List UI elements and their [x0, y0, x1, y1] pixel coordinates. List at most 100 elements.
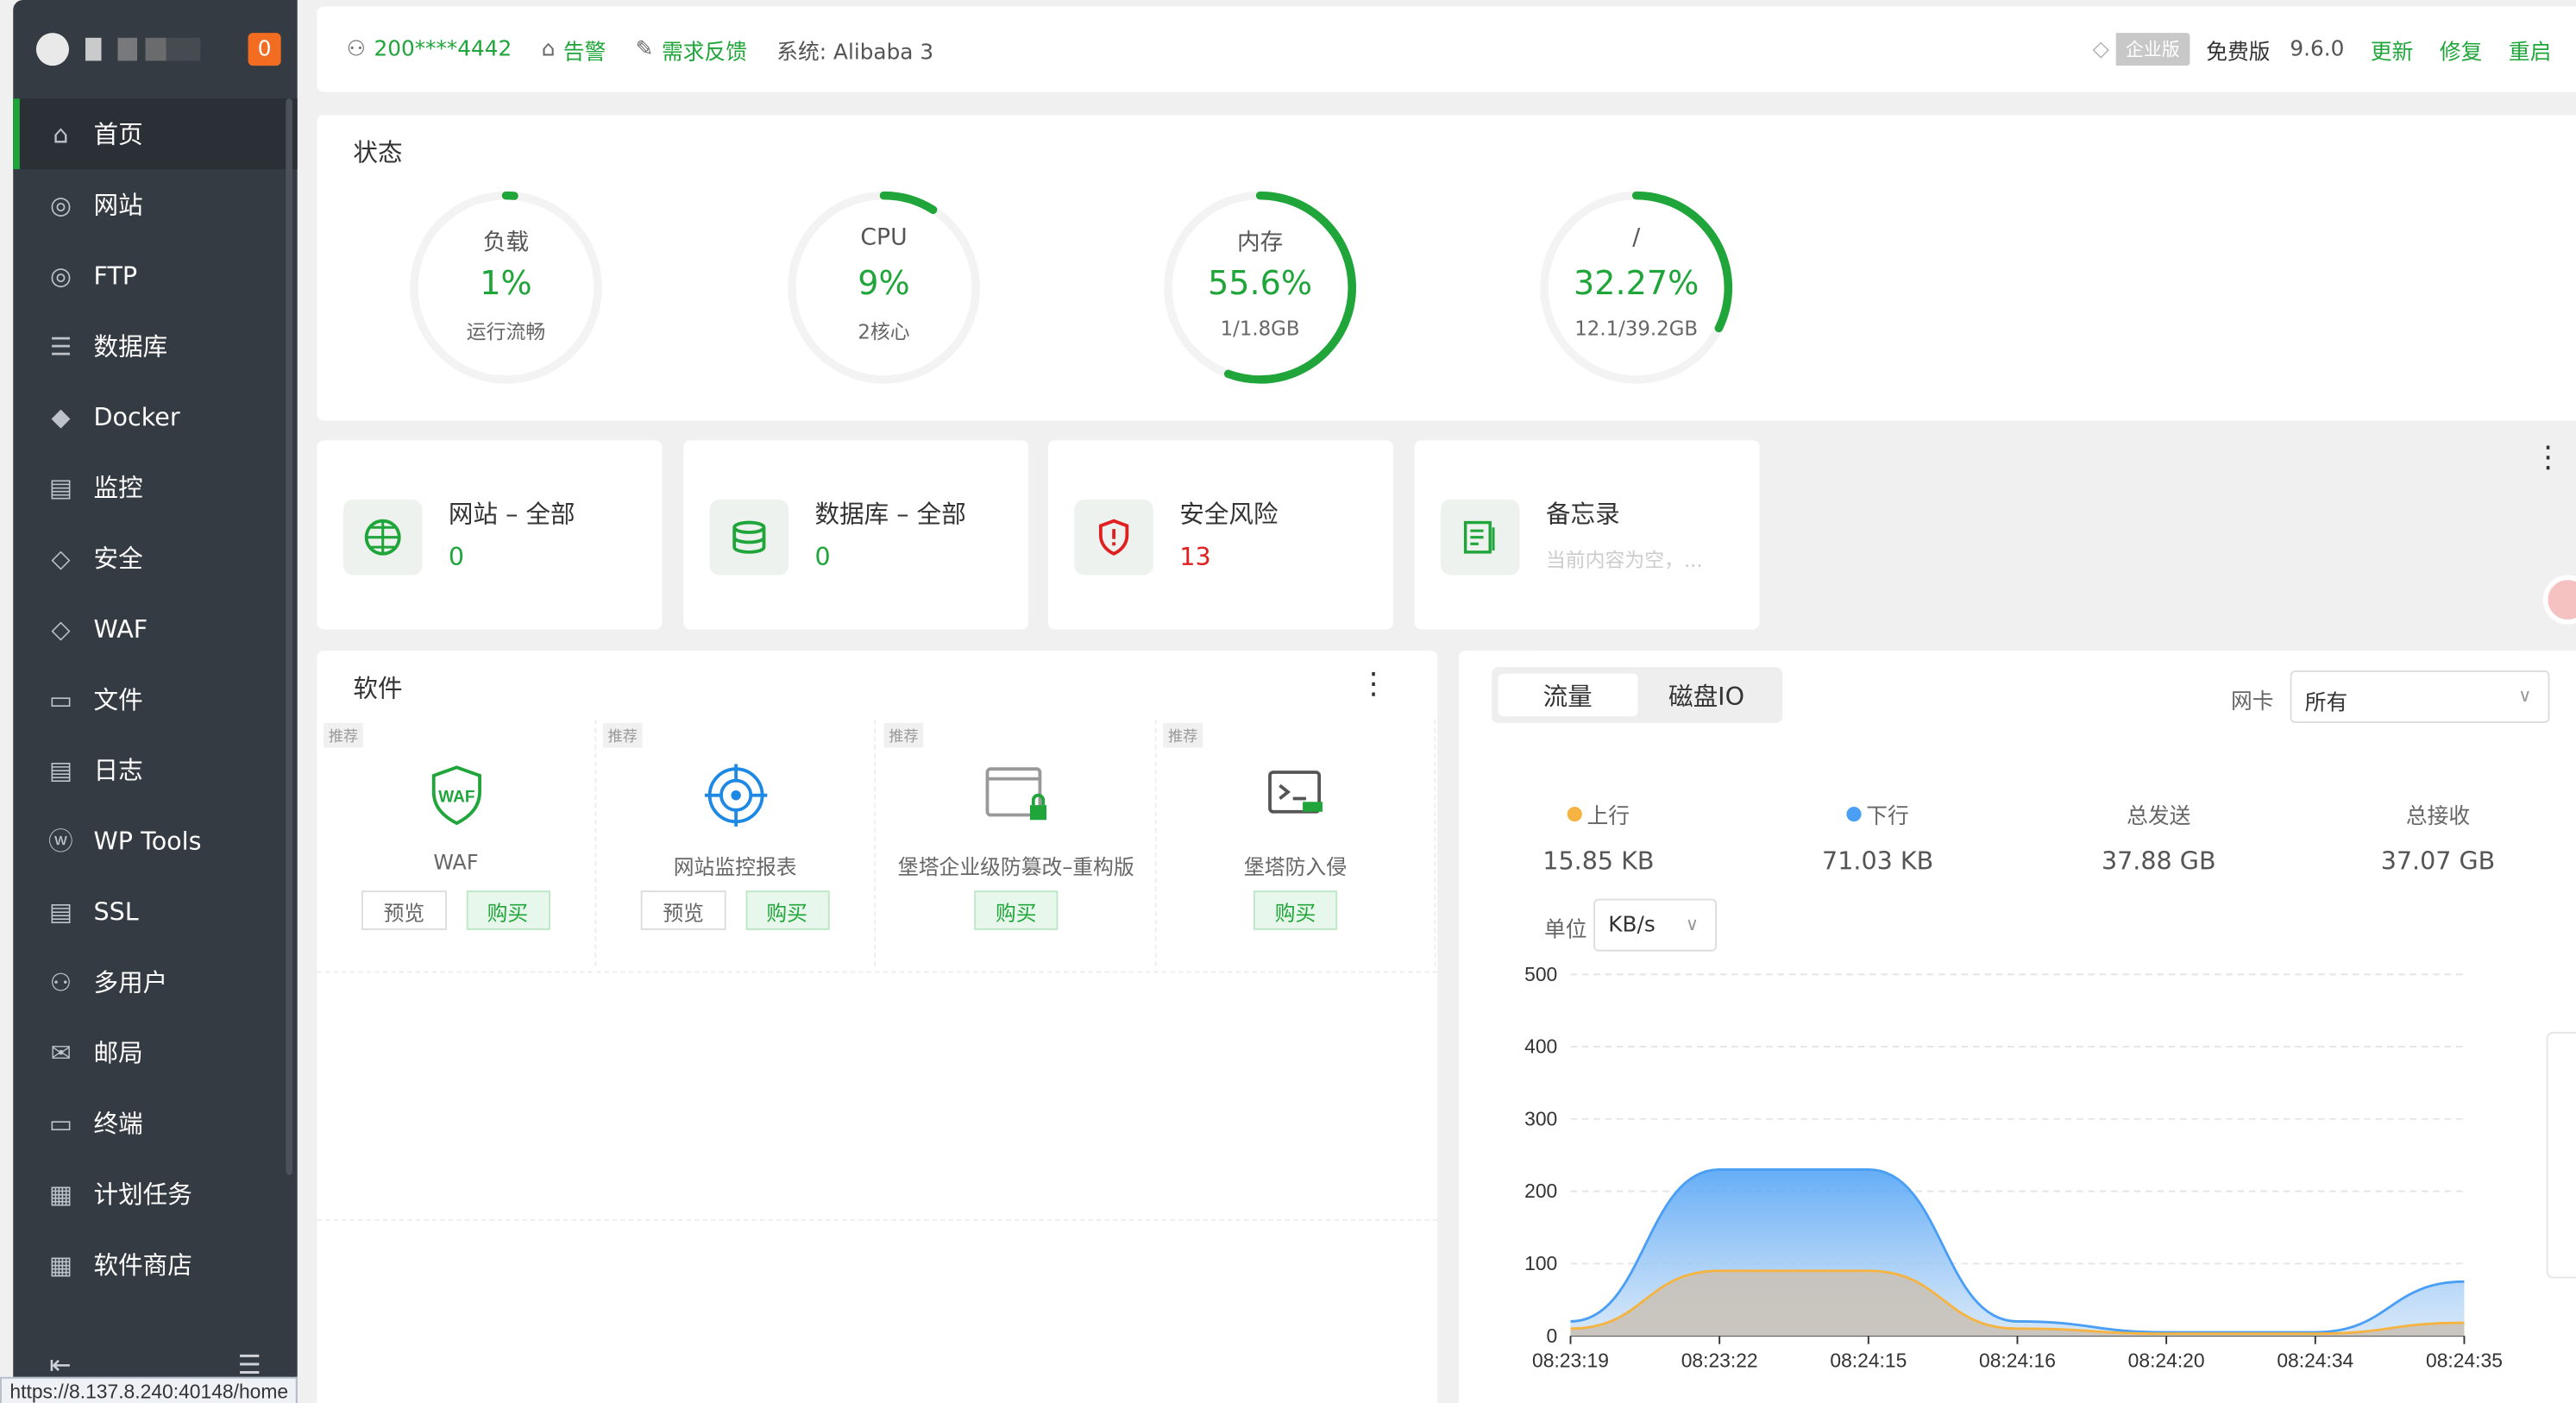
buy-button[interactable]: 购买 — [1253, 890, 1338, 930]
folder-icon: ▭ — [48, 684, 72, 714]
sidebar-item-8[interactable]: ▭ 文件 — [13, 664, 297, 734]
card-value[interactable]: 13 — [1179, 542, 1210, 571]
traffic-tabs: 流量 磁盘IO — [1492, 667, 1783, 723]
sidebar-item-1[interactable]: ◎ 网站 — [13, 169, 297, 240]
gauge-value: 9% — [858, 262, 910, 303]
legend-dot — [1846, 807, 1862, 822]
sidebar-item-9[interactable]: ▤ 日志 — [13, 734, 297, 805]
waf-shield-icon[interactable]: WAF — [423, 763, 488, 828]
chat-bubble[interactable] — [2542, 575, 2576, 625]
buy-button[interactable]: 购买 — [745, 890, 829, 930]
buy-button[interactable]: 购买 — [974, 890, 1059, 930]
version-label: 9.6.0 — [2290, 36, 2345, 62]
traffic-stat-0: 上行 15.85 KB — [1459, 798, 1738, 876]
sidebar-item-10[interactable]: ⓦ WP Tools — [13, 805, 297, 876]
website-card[interactable]: 网站 – 全部 0 — [317, 440, 663, 630]
sidebar-item-7[interactable]: ◇ WAF — [13, 593, 297, 664]
software-name[interactable]: WAF — [317, 850, 595, 875]
system-info: 系统: Alibaba 3 — [776, 40, 934, 66]
gauge-2[interactable]: 内存 55.6% 1/1.8GB — [1161, 189, 1359, 387]
sidebar-item-label: WP Tools — [93, 825, 202, 856]
sidebar-item-12[interactable]: ⚇ 多用户 — [13, 947, 297, 1017]
card-title: 安全风险 — [1179, 499, 1279, 530]
restart-button[interactable]: 重启 — [2509, 34, 2552, 66]
feedback-button[interactable]: ✎ 需求反馈 — [636, 34, 747, 65]
tab-traffic[interactable]: 流量 — [1498, 673, 1637, 717]
software-tamper-proof: 推荐 堡塔企业级防篡改–重构版 购买 — [877, 720, 1157, 966]
terminal-icon[interactable] — [1262, 763, 1328, 828]
nic-select[interactable]: 所有 ∨ — [2290, 670, 2550, 723]
gauge-label: CPU — [860, 224, 908, 252]
sidebar-item-4[interactable]: ◆ Docker — [13, 381, 297, 452]
unit-select[interactable]: KB/s ∨ — [1593, 898, 1717, 952]
preview-button[interactable]: 预览 — [361, 890, 447, 930]
sidebar-header: 0 — [13, 0, 297, 98]
notification-badge[interactable]: 0 — [248, 33, 281, 66]
software-more-icon[interactable]: ⋮ — [1359, 670, 1388, 700]
gauge-0[interactable]: 负载 1% 运行流畅 — [407, 189, 605, 387]
stat-label-row: 总发送 — [2019, 798, 2298, 830]
repair-button[interactable]: 修复 — [2440, 34, 2483, 66]
stat-label-row: 下行 — [1738, 798, 2018, 830]
sidebar-item-14[interactable]: ▭ 终端 — [13, 1088, 297, 1159]
sidebar-item-label: 文件 — [93, 685, 143, 715]
collapse-sidebar-icon[interactable]: ⇤ — [49, 1349, 72, 1380]
menu-list-icon[interactable]: ☰ — [237, 1349, 261, 1380]
terminal-icon: ▭ — [48, 1108, 72, 1138]
card-title: 网站 – 全部 — [448, 499, 575, 530]
sidebar-scrollbar[interactable] — [286, 98, 292, 1175]
software-name[interactable]: 网站监控报表 — [596, 850, 874, 881]
software-site-monitor: 推荐 网站监控报表 预览 购买 — [596, 720, 876, 966]
sidebar-item-16[interactable]: ▦ 软件商店 — [13, 1229, 297, 1299]
sidebar-item-13[interactable]: ✉ 邮局 — [13, 1017, 297, 1088]
diamond-icon: ◇ — [2092, 36, 2109, 62]
user-account[interactable]: ⚇ 200****4442 — [347, 37, 512, 62]
sidebar-item-label: 数据库 — [93, 331, 168, 362]
security-risk-card[interactable]: 安全风险 13 — [1047, 440, 1393, 630]
tab-disk-io[interactable]: 磁盘IO — [1637, 674, 1776, 717]
enterprise-badge[interactable]: 企业版 — [2115, 33, 2190, 66]
gauge-1[interactable]: CPU 9% 2核心 — [785, 189, 983, 387]
home-icon: ⌂ — [53, 119, 69, 149]
users-icon: ⚇ — [49, 966, 72, 997]
sidebar-item-2[interactable]: ◎ FTP — [13, 240, 297, 311]
legend-dot — [1567, 807, 1582, 822]
sidebar-item-5[interactable]: ▤ 监控 — [13, 452, 297, 523]
card-value[interactable]: 0 — [815, 542, 831, 571]
right-float-panel[interactable] — [2546, 1031, 2576, 1279]
cards-more-icon[interactable]: ⋮ — [2533, 443, 2562, 473]
database-card[interactable]: 数据库 – 全部 0 — [683, 440, 1029, 630]
sidebar-item-label: SSL — [93, 896, 139, 927]
x-tick-label: 08:24:34 — [2277, 1349, 2353, 1371]
sidebar-footer: ⇤ ☰ — [13, 1349, 297, 1380]
window-lock-icon[interactable] — [983, 763, 1049, 828]
sidebar-item-11[interactable]: ▤ SSL — [13, 876, 297, 947]
grid-divider — [317, 1218, 1438, 1221]
gauge-label: 负载 — [482, 230, 530, 257]
sidebar-item-6[interactable]: ◇ 安全 — [13, 523, 297, 594]
sidebar-item-0[interactable]: ⌂ 首页 — [13, 98, 298, 170]
x-tick-label: 08:24:16 — [1979, 1349, 2056, 1371]
card-value[interactable]: 0 — [449, 542, 464, 571]
software-actions: 预览 购买 — [317, 890, 595, 930]
sidebar-item-label: 多用户 — [93, 967, 168, 997]
sidebar-item-3[interactable]: ☰ 数据库 — [13, 311, 297, 381]
globe-icon: ◎ — [49, 189, 72, 220]
software-panel: 软件 ⋮ 推荐 WAF WAF 预览 购买 推荐 网站监控报表 预览 购买 推荐 堡塔企业级防篡改–… — [317, 651, 1438, 1403]
memo-card[interactable]: 备忘录 当前内容为空，... — [1414, 440, 1760, 630]
memo-icon — [1441, 499, 1520, 576]
ssl-icon: ▤ — [48, 896, 72, 927]
card-title: 备忘录 — [1545, 499, 1620, 530]
alert-icon: ⌂ — [541, 36, 556, 62]
radar-icon[interactable] — [702, 763, 768, 828]
sidebar-item-label: 安全 — [93, 544, 143, 574]
software-name[interactable]: 堡塔防入侵 — [1157, 850, 1435, 881]
sidebar-item-15[interactable]: ▦ 计划任务 — [13, 1159, 297, 1230]
stat-label: 上行 — [1586, 805, 1630, 830]
preview-button[interactable]: 预览 — [641, 890, 726, 930]
software-name[interactable]: 堡塔企业级防篡改–重构版 — [877, 850, 1155, 881]
buy-button[interactable]: 购买 — [465, 890, 550, 930]
alert-button[interactable]: ⌂ 告警 — [542, 34, 606, 65]
gauge-3[interactable]: / 32.27% 12.1/39.2GB — [1537, 189, 1735, 387]
update-button[interactable]: 更新 — [2371, 34, 2414, 66]
